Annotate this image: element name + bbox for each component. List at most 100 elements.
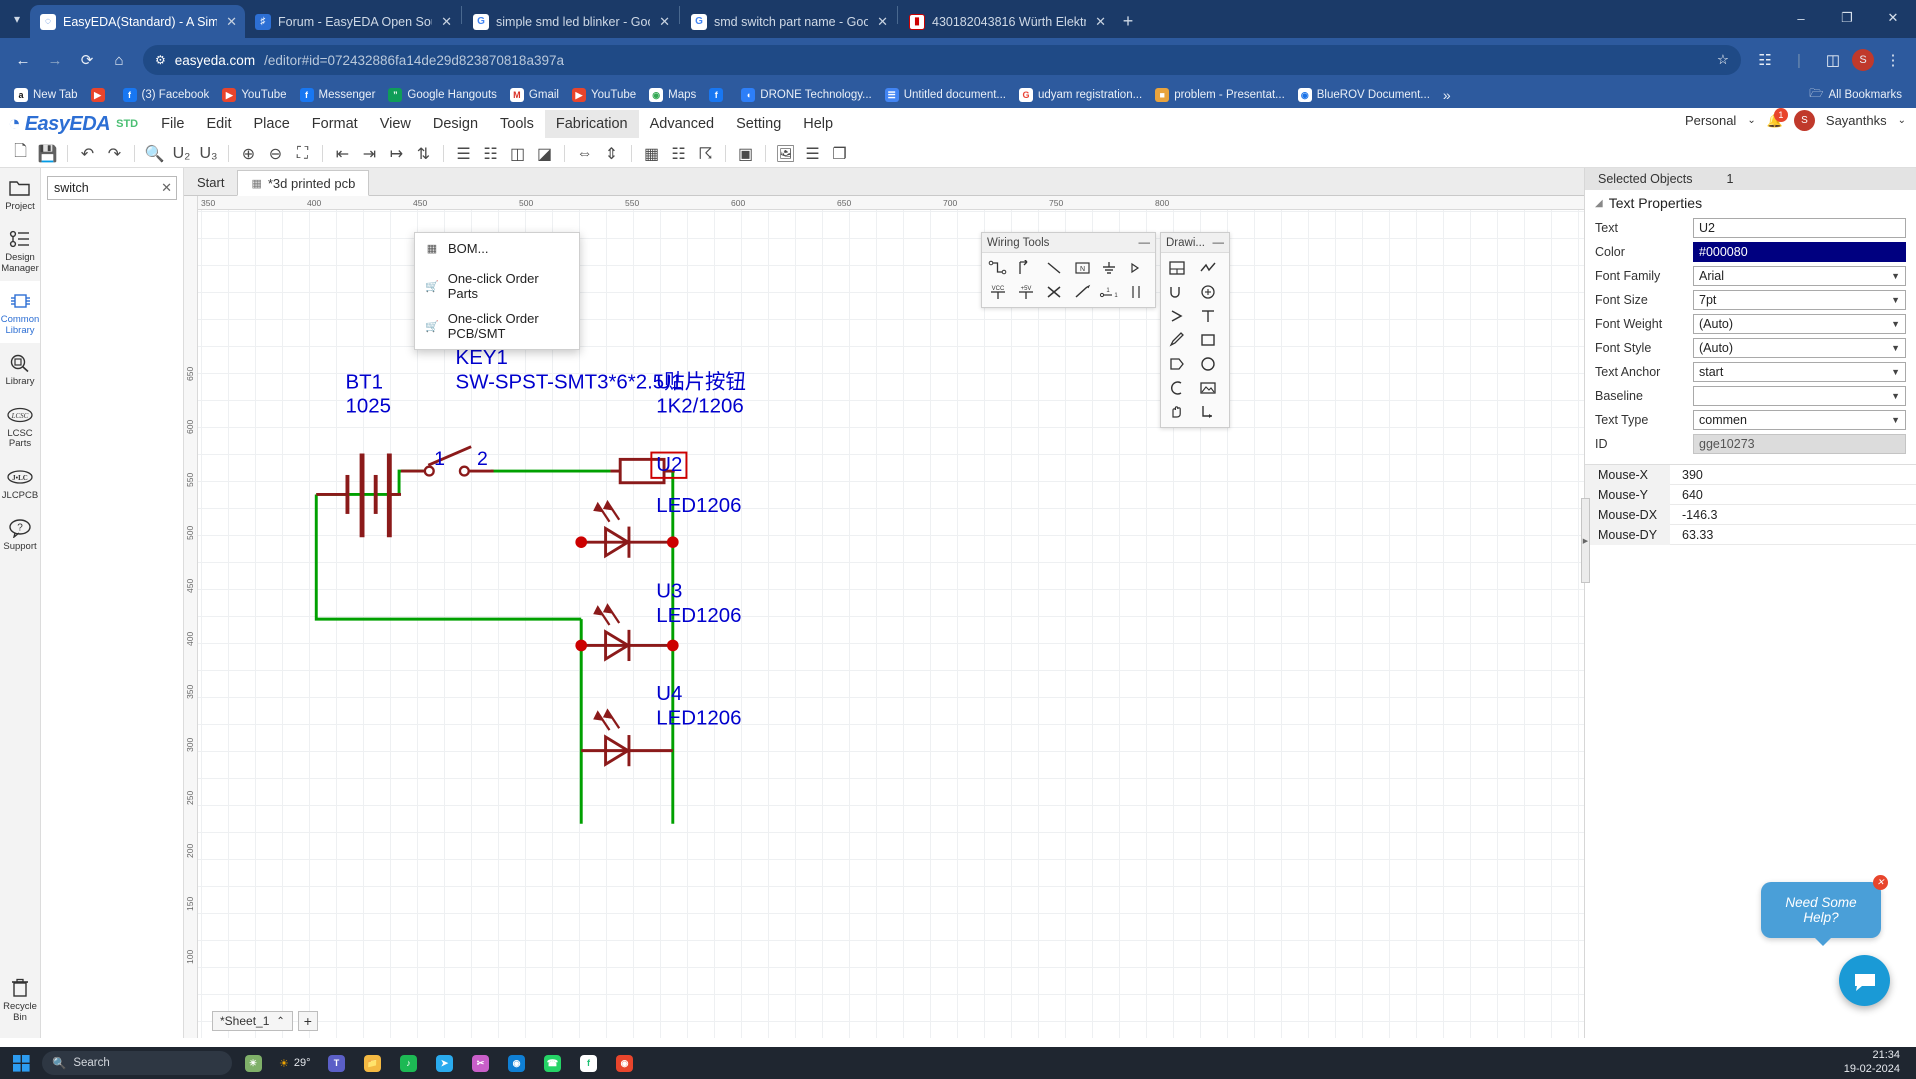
drawing-tools-panel[interactable]: Drawi... — [1160,232,1230,428]
close-icon[interactable]: ✕ [1093,14,1106,30]
distribute-h-icon[interactable]: ☰ [451,143,476,165]
align-center-h-icon[interactable]: ⇥ [357,143,382,165]
led2-designator[interactable]: U3 [656,580,682,603]
flip-v-icon[interactable]: ⇕ [599,143,624,165]
close-icon[interactable]: ✕ [875,14,888,30]
bookmark-item[interactable]: ▶ YouTube [216,86,292,104]
flip-h-icon[interactable]: ⇔ [572,143,597,165]
save-icon[interactable]: 💾 [35,143,60,165]
site-settings-icon[interactable]: ⚙ [155,53,166,67]
doc-tab-3d-printed-pcb[interactable]: ▦ *3d printed pcb [237,170,370,196]
bookmarks-overflow-icon[interactable]: » [1437,85,1457,105]
notifications-bell-icon[interactable]: 🔔 1 [1767,107,1788,129]
layers-icon[interactable]: ▦ [639,143,664,165]
text-anchor-select[interactable]: start ▼ [1693,362,1906,382]
sheet-tab[interactable]: *Sheet_1 ⌃ [212,1011,293,1031]
resistor-value[interactable]: 1K2/1206 [656,395,744,418]
bookmark-item[interactable]: ■ problem - Presentat... [1149,86,1291,104]
share-icon[interactable]: ❐ [827,143,852,165]
vcc-icon[interactable]: VCC [986,281,1010,303]
group-icon[interactable]: ◫ [505,143,530,165]
home-icon[interactable]: ⌂ [104,45,134,75]
menu-tools[interactable]: Tools [489,110,545,138]
browser-tab[interactable]: ◌ EasyEDA(Standard) - A Simple a ✕ [30,5,245,38]
polygon-icon[interactable] [1165,353,1189,375]
netflag-icon[interactable] [1125,257,1149,279]
frame-icon[interactable] [1165,257,1189,279]
battery-designator[interactable]: BT1 [345,370,382,393]
bookmark-star-icon[interactable]: ☆ [1717,52,1729,68]
weather-widget[interactable]: ☀ 29° [274,1057,316,1070]
layer-stack-icon[interactable]: ☰ [800,143,825,165]
plus5v-icon[interactable]: +5V [1014,281,1038,303]
all-bookmarks-button[interactable]: 🗁 All Bookmarks [1803,84,1908,107]
help-chat-bubble[interactable]: ✕ Need Some Help? [1761,875,1888,946]
sidebar-item-lcsc-parts[interactable]: LCSC LCSC Parts [0,395,40,457]
led1-value[interactable]: LED1206 [656,494,741,517]
led2-value[interactable]: LED1206 [656,604,741,627]
bookmark-item[interactable]: f (3) Facebook [117,86,216,104]
font-style-select[interactable]: (Auto) ▼ [1693,338,1906,358]
text-properties-section-header[interactable]: ◢ Text Properties [1585,190,1916,216]
wiring-tools-panel[interactable]: Wiring Tools — N VCC +5V 11 [981,232,1156,308]
arc-icon[interactable] [1165,281,1189,303]
address-bar[interactable]: ⚙ easyeda.com/editor#id=072432886fa14de2… [143,45,1741,75]
drawing-tools-titlebar[interactable]: Drawi... — [1161,233,1229,253]
schematic-drawing[interactable]: BT1 1025 KEY1 SW-SPST-SMT3*6*2.5贴片按钮 U1 … [198,210,1584,1038]
bookmark-item[interactable]: ◉ Maps [643,86,702,104]
reload-icon[interactable]: ⟳ [72,45,102,75]
bookmark-item[interactable]: ☰ Untitled document... [879,86,1012,104]
menu-fabrication[interactable]: Fabrication [544,110,639,138]
ellipse-icon[interactable] [1196,353,1220,375]
font-size-select[interactable]: 7pt ▼ [1693,290,1906,310]
profile-avatar[interactable]: S [1852,49,1874,71]
back-icon[interactable]: ← [8,45,38,75]
align-top-icon[interactable]: ⇅ [411,143,436,165]
drawing-tools-minimize-icon[interactable]: — [1213,237,1225,249]
resistor-designator[interactable]: U1 [656,370,682,393]
bookmark-item[interactable]: ▶ [85,86,116,104]
switch-value[interactable]: SW-SPST-SMT3*6*2.5贴片按钮 [456,370,746,393]
sidebar-item-support[interactable]: ? Support [0,508,40,559]
chrome-app-icon[interactable]: ◉ [610,1049,640,1077]
undo2-icon[interactable]: U₂ [169,143,194,165]
zoom-in-icon[interactable]: ⊕ [236,143,261,165]
menu-edit[interactable]: Edit [196,110,243,138]
sidebar-item-jlcpcb[interactable]: J•LC JLCPCB [0,457,40,508]
ungroup-icon[interactable]: ◪ [532,143,557,165]
user-caret-icon[interactable]: ⌄ [1898,115,1906,126]
netport-icon[interactable]: 11 [1097,281,1121,303]
menu-file[interactable]: File [150,110,195,138]
photos-app-icon[interactable]: ☀ [238,1049,268,1077]
sidebar-item-common-library[interactable]: Common Library [0,281,40,344]
menu-item-bom[interactable]: ▦ BOM... [415,236,579,261]
close-icon[interactable]: ✕ [657,14,670,30]
menu-help[interactable]: Help [792,110,844,138]
clear-icon[interactable]: ✕ [158,180,172,196]
led3-value[interactable]: LED1206 [656,706,741,729]
forward-icon[interactable]: → [40,45,70,75]
tab-list-chevron-icon[interactable]: ▾ [4,0,30,38]
account-caret-icon[interactable]: ⌄ [1747,115,1755,126]
minimize-button[interactable]: – [1778,2,1824,34]
user-name-label[interactable]: Sayanthks [1826,113,1887,128]
netlabel-icon[interactable]: N [1070,257,1094,279]
rect-icon[interactable] [1196,329,1220,351]
sidebar-item-library[interactable]: Library [0,343,40,394]
panel-resize-handle[interactable]: ▶ [1581,498,1590,583]
sidebar-item-recycle-bin[interactable]: Recycle Bin [0,968,40,1030]
wire-icon[interactable] [986,257,1010,279]
add-sheet-button[interactable]: + [297,1011,318,1031]
telegram-app-icon[interactable]: ➤ [430,1049,460,1077]
bookmark-item[interactable]: f [703,86,734,104]
undo-icon[interactable]: ↶ [75,143,100,165]
line-icon[interactable] [1042,257,1066,279]
redo-icon[interactable]: ↷ [102,143,127,165]
wiring-tools-minimize-icon[interactable]: — [1139,237,1151,249]
close-window-button[interactable]: ✕ [1870,2,1916,34]
no-connect-icon[interactable] [1042,281,1066,303]
gnd-icon[interactable] [1097,257,1121,279]
chrome-menu-icon[interactable]: ⋮ [1878,45,1908,75]
menu-place[interactable]: Place [243,110,301,138]
menu-format[interactable]: Format [301,110,369,138]
